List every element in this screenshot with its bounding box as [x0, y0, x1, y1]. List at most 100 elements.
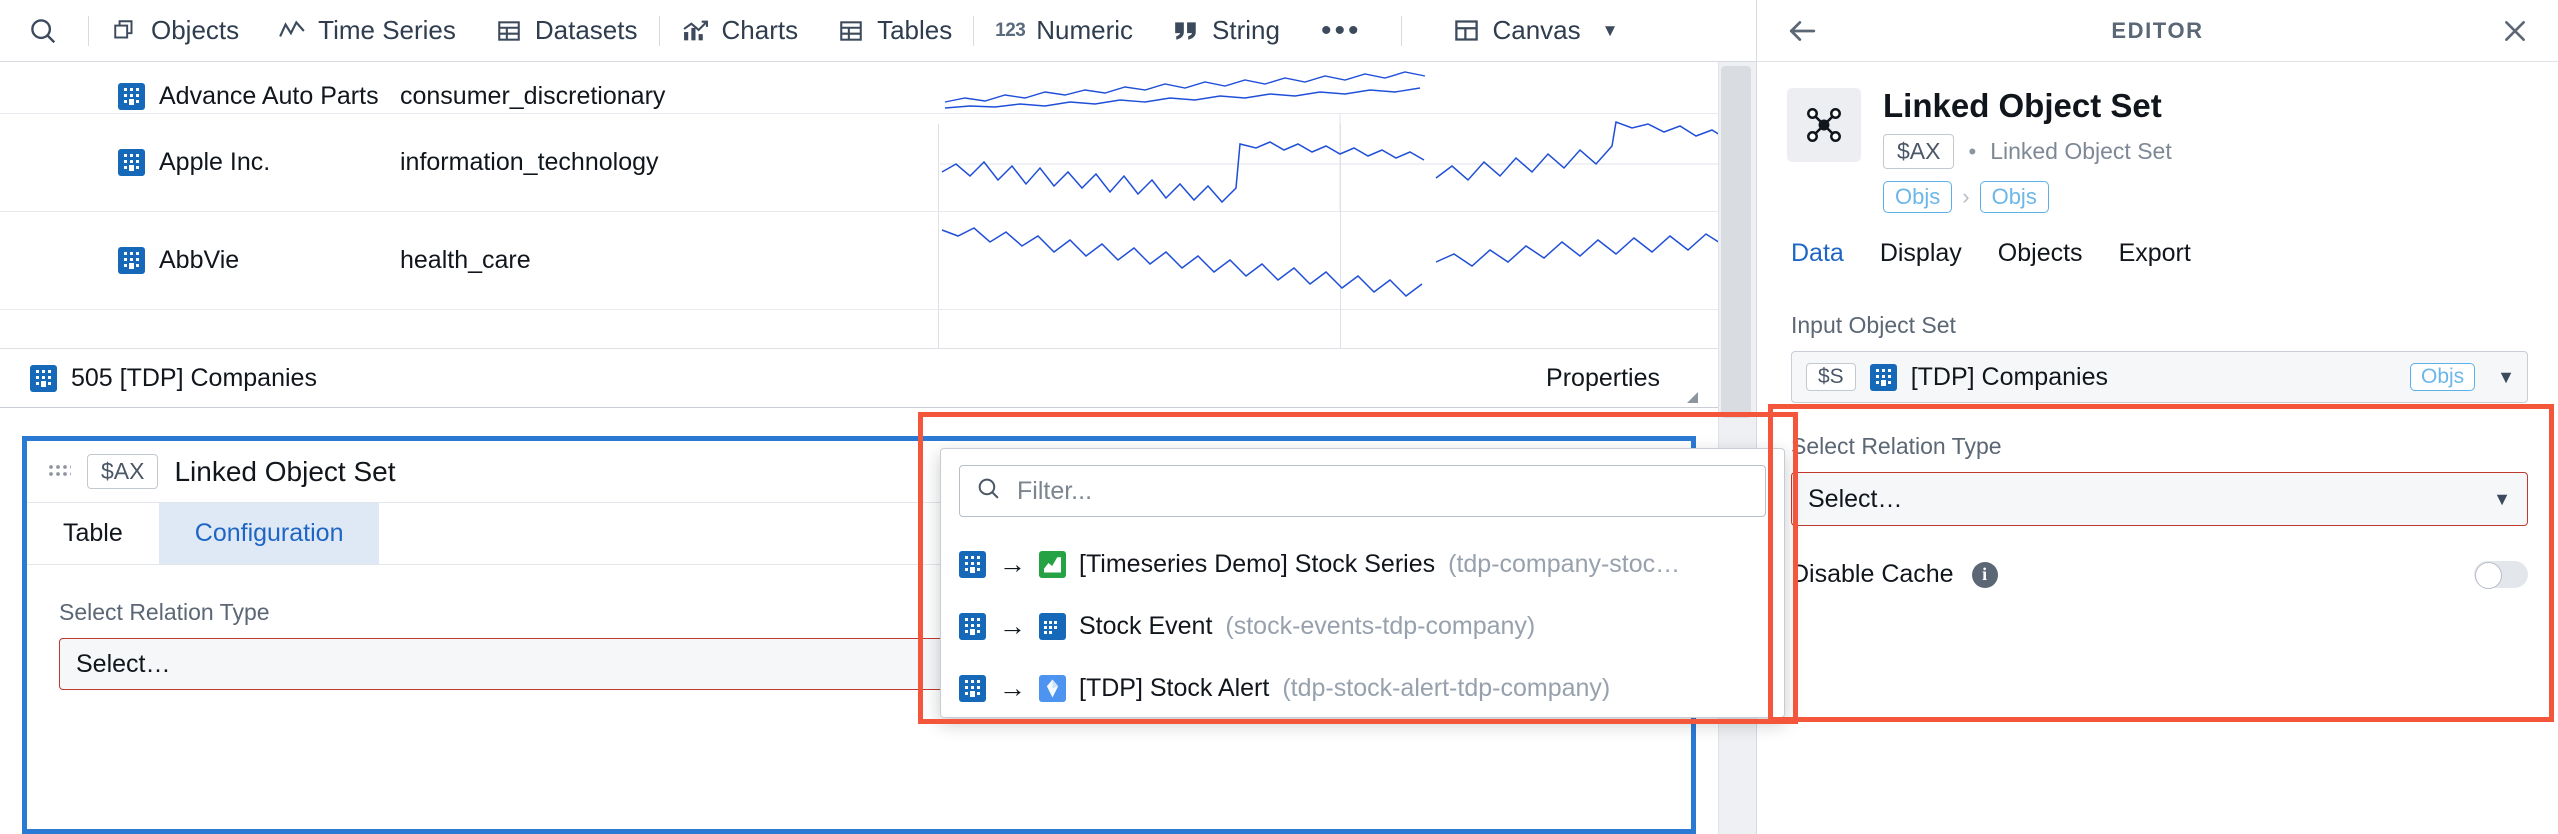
chevron-down-icon: ▼	[2493, 488, 2511, 509]
table-row[interactable]: AbbVie health_care	[0, 212, 1718, 310]
toolbar-divider	[88, 15, 89, 46]
canvas-dropdown[interactable]: Canvas ▼	[1432, 0, 1637, 62]
info-icon[interactable]: i	[1971, 561, 1998, 588]
search-icon	[976, 476, 1001, 506]
canvas-scrollbar-thumb[interactable]	[1721, 66, 1751, 418]
building-icon	[118, 247, 145, 274]
search-icon[interactable]	[0, 0, 86, 62]
chevron-right-icon: ›	[1962, 184, 1970, 210]
option-label: [Timeseries Demo] Stock Series	[1079, 549, 1436, 578]
chevron-down-icon: ▼	[2497, 366, 2515, 387]
row-count-label: 505 [TDP] Companies	[71, 363, 317, 392]
table-cell-name: Apple Inc.	[0, 148, 400, 177]
dropdown-option-stock-series[interactable]: → [Timeseries Demo] Stock Series (tdp-co…	[941, 533, 1784, 595]
relation-type-dropdown[interactable]: → [Timeseries Demo] Stock Series (tdp-co…	[940, 448, 1785, 718]
toolbar-overflow-button[interactable]: •••	[1299, 0, 1384, 62]
alert-icon	[1039, 674, 1066, 702]
tab-table[interactable]: Table	[27, 503, 159, 564]
toolbar-item-string[interactable]: String	[1152, 0, 1299, 62]
breadcrumb: Objs › Objs	[1883, 181, 2172, 214]
input-object-set-select[interactable]: $S [TDP] Companies Objs ▼	[1791, 351, 2528, 404]
close-icon[interactable]	[2472, 18, 2558, 44]
editor-object-summary: Linked Object Set $AX • Linked Object Se…	[1757, 62, 2558, 214]
toolbar-item-objects[interactable]: Objects	[91, 0, 258, 62]
table-row[interactable]: Advance Auto Parts consumer_discretionar…	[0, 62, 1718, 114]
table-cell-sector: health_care	[400, 246, 531, 274]
toolbar-item-tables[interactable]: Tables	[817, 0, 971, 62]
toolbar-item-time-series[interactable]: Time Series	[258, 0, 475, 62]
dropdown-option-stock-event[interactable]: → Stock Event (stock-events-tdp-company)	[941, 595, 1784, 657]
editor-panel: EDITOR Linked Object Set $AX • Linked Ob…	[1756, 0, 2558, 834]
toolbar-divider	[973, 15, 975, 46]
drag-handle-icon[interactable]	[49, 464, 71, 479]
editor-header: EDITOR	[1757, 0, 2558, 62]
toolbar-item-label: Numeric	[1036, 15, 1134, 45]
resize-handle[interactable]	[1687, 392, 1698, 403]
canvas-label: Canvas	[1492, 15, 1581, 45]
sparkline-chart	[940, 114, 1718, 212]
linked-object-set-icon	[1787, 88, 1861, 162]
relation-type-select[interactable]: Select… ▼	[1791, 472, 2528, 527]
sparkline-chart	[944, 71, 1426, 109]
table-row[interactable]: Apple Inc. information_technology	[0, 114, 1718, 212]
company-name: Advance Auto Parts	[159, 82, 379, 110]
option-id: (tdp-stock-alert-tdp-company)	[1282, 673, 1611, 702]
disable-cache-toggle[interactable]	[2474, 561, 2528, 590]
dropdown-filter[interactable]	[959, 465, 1766, 517]
option-label: Stock Event	[1079, 611, 1213, 640]
company-name: Apple Inc.	[159, 148, 271, 176]
canvas-icon	[1451, 16, 1481, 46]
tab-configuration[interactable]: Configuration	[158, 503, 380, 564]
editor-title: EDITOR	[2111, 17, 2204, 43]
toolbar-item-numeric[interactable]: 123 Numeric	[976, 0, 1152, 62]
time-series-icon	[277, 16, 307, 46]
tables-icon	[836, 16, 866, 46]
option-label: [TDP] Stock Alert	[1079, 673, 1270, 702]
toolbar-divider	[1401, 15, 1403, 46]
toolbar-item-charts[interactable]: Charts	[662, 0, 818, 62]
objs-badge[interactable]: Objs	[2409, 363, 2476, 392]
123-icon: 123	[995, 19, 1026, 41]
toolbar-item-datasets[interactable]: Datasets	[475, 0, 657, 62]
card-title: Linked Object Set	[174, 455, 396, 487]
top-toolbar: Objects Time Series Datasets Charts Tabl…	[0, 0, 1756, 62]
breadcrumb-item-objs-output[interactable]: Objs	[1979, 181, 2049, 214]
toolbar-item-label: Datasets	[534, 15, 638, 45]
input-object-set-value: [TDP] Companies	[1910, 362, 2108, 391]
variable-badge[interactable]: $AX	[87, 454, 159, 489]
table-cell-sector: consumer_discretionary	[400, 82, 666, 110]
arrow-right-icon: →	[999, 548, 1026, 579]
charts-icon	[681, 16, 711, 46]
properties-button[interactable]: Properties	[1546, 364, 1718, 393]
toolbar-divider	[658, 15, 660, 46]
tab-objects[interactable]: Objects	[1998, 239, 2083, 282]
building-icon	[959, 550, 986, 578]
editor-tabs: Data Display Objects Export	[1757, 213, 2558, 282]
disable-cache-label: Disable Cache	[1791, 560, 1954, 589]
relation-type-label: Select Relation Type	[1791, 433, 2002, 460]
variable-badge[interactable]: $AX	[1883, 134, 1955, 170]
input-object-set-section: Input Object Set $S [TDP] Companies Objs…	[1757, 282, 2558, 404]
editor-object-name: Linked Object Set	[1883, 87, 2162, 124]
breadcrumb-item-objs-input[interactable]: Objs	[1883, 181, 1953, 214]
tab-export[interactable]: Export	[2119, 239, 2191, 282]
toolbar-item-label: Charts	[721, 15, 799, 45]
toolbar-item-label: Time Series	[318, 15, 456, 45]
calendar-icon	[1039, 612, 1066, 640]
dropdown-option-stock-alert[interactable]: → [TDP] Stock Alert (tdp-stock-alert-tdp…	[941, 657, 1784, 719]
arrow-left-icon[interactable]	[1757, 18, 1847, 44]
filter-input[interactable]	[1015, 475, 1749, 507]
toolbar-item-label: String	[1212, 15, 1280, 45]
datasets-icon	[494, 16, 524, 46]
relation-type-section: Select Relation Type Select… ▼	[1757, 403, 2558, 527]
sparkline-chart	[941, 227, 1718, 297]
building-icon	[959, 612, 986, 640]
toolbar-item-label: Objects	[151, 15, 240, 45]
table-cell-name: AbbVie	[0, 246, 400, 275]
table-status-bar: 505 [TDP] Companies Properties	[0, 348, 1718, 408]
table-row-count: 505 [TDP] Companies	[0, 364, 317, 393]
tab-data[interactable]: Data	[1791, 239, 1844, 282]
variable-badge[interactable]: $S	[1806, 363, 1856, 392]
tab-display[interactable]: Display	[1880, 239, 1962, 282]
building-icon	[118, 83, 145, 110]
